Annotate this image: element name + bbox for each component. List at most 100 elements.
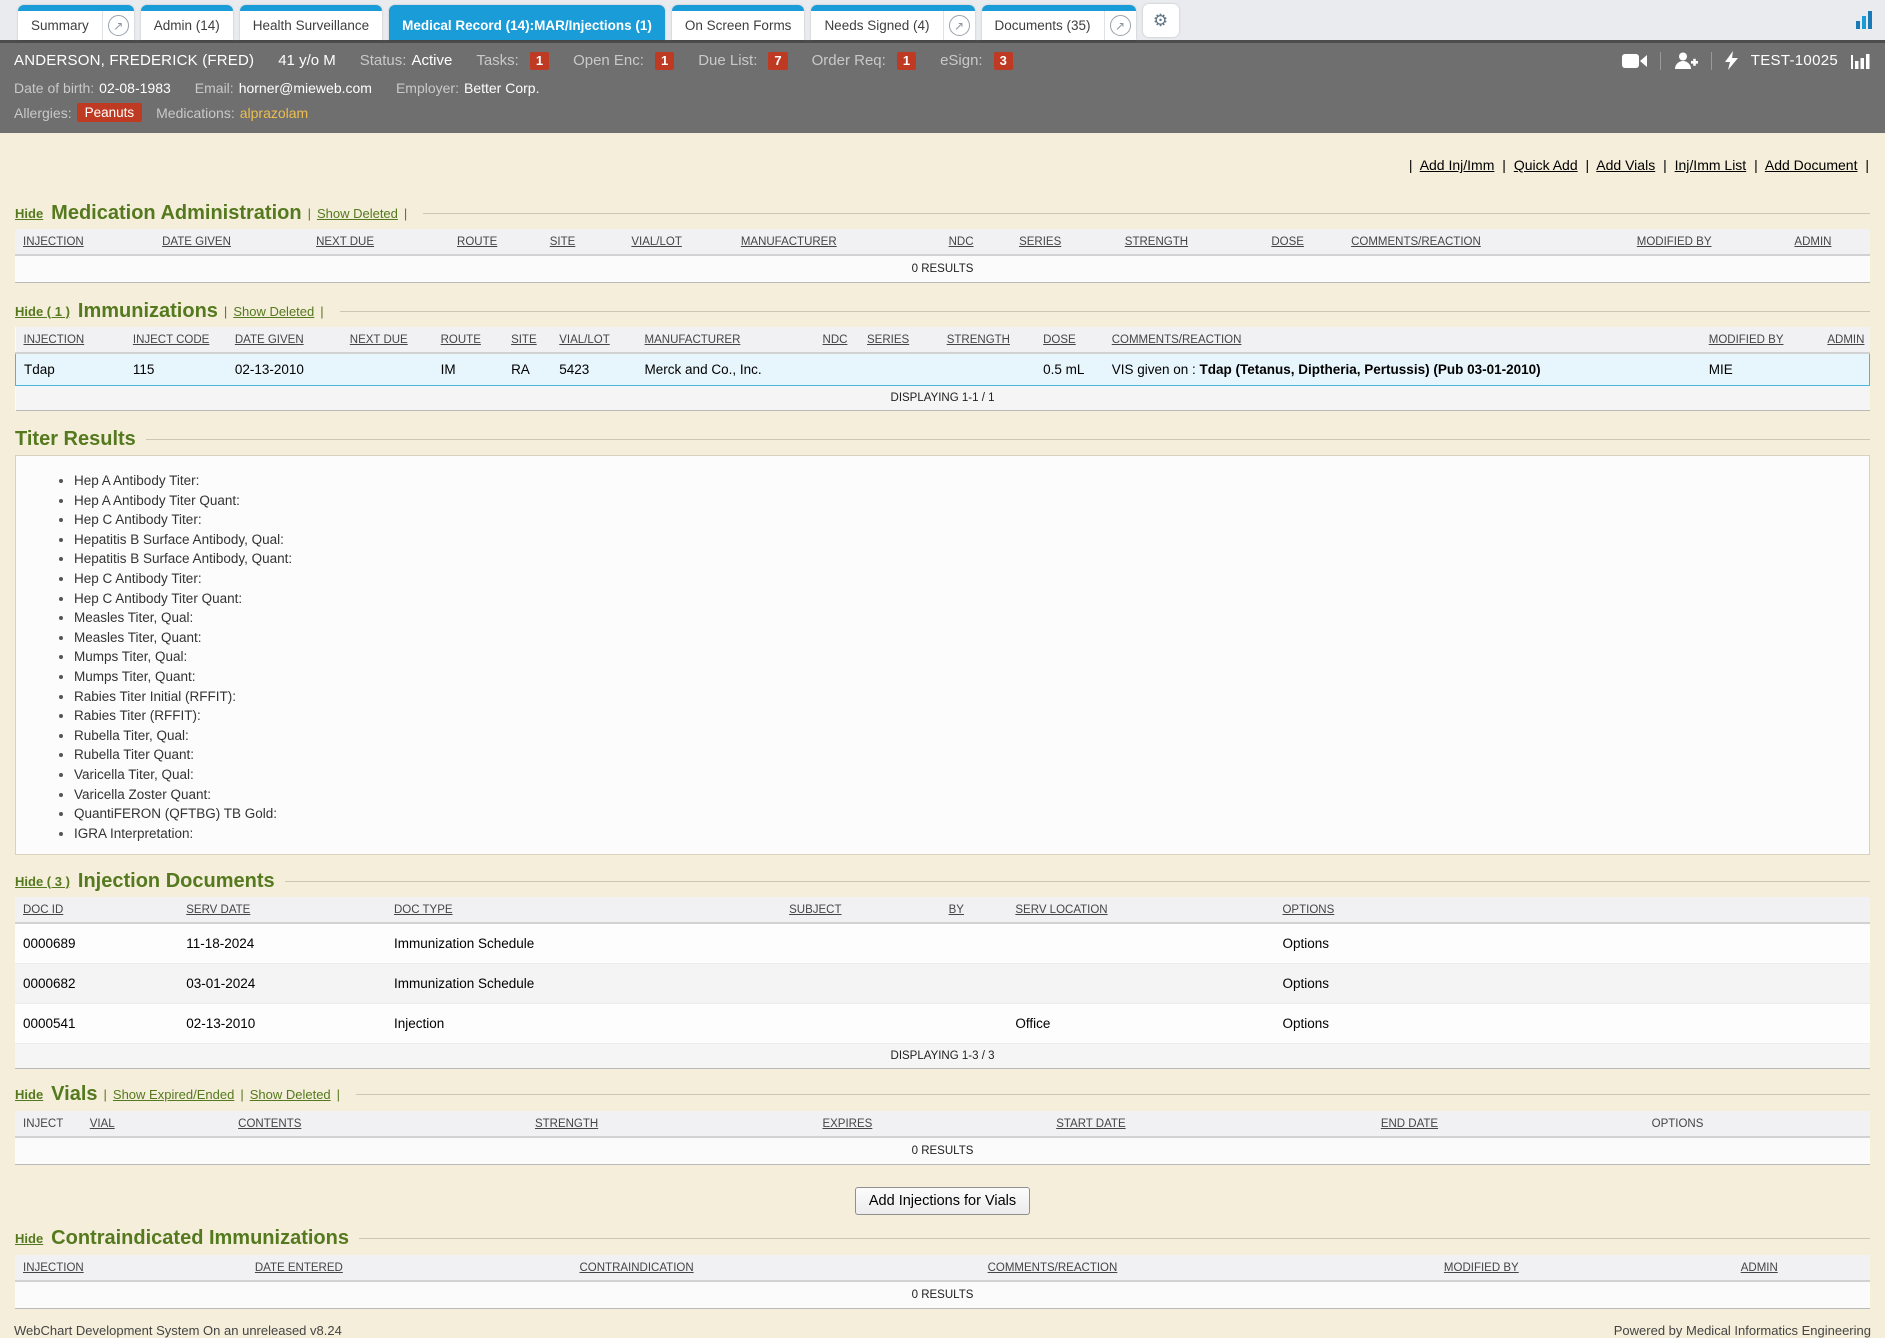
column-header[interactable]: NDC bbox=[815, 327, 859, 353]
tab-medical-record-label[interactable]: Medical Record (14):MAR/Injections (1) bbox=[389, 11, 665, 40]
medication-link[interactable]: alprazolam bbox=[240, 105, 308, 121]
column-header[interactable]: INJECTION bbox=[16, 327, 125, 353]
column-header[interactable]: SUBJECT bbox=[781, 897, 941, 923]
column-header[interactable]: DATE ENTERED bbox=[247, 1255, 572, 1281]
tab-summary-popout[interactable]: ↗ bbox=[102, 11, 134, 40]
add-document-link[interactable]: Add Document bbox=[1765, 157, 1858, 173]
contraindicated-hide-link[interactable]: Hide bbox=[15, 1231, 43, 1246]
column-header[interactable]: DOSE bbox=[1263, 229, 1343, 255]
column-header[interactable]: ROUTE bbox=[433, 327, 503, 353]
tab-admin-label[interactable]: Admin (14) bbox=[141, 11, 233, 40]
add-vials-link[interactable]: Add Vials bbox=[1596, 157, 1655, 173]
tab-needs-signed-popout[interactable]: ↗ bbox=[943, 11, 975, 40]
column-header[interactable]: START DATE bbox=[1048, 1111, 1373, 1137]
document-row[interactable]: 0000689 11-18-2024 Immunization Schedule… bbox=[15, 923, 1870, 963]
quick-add-link[interactable]: Quick Add bbox=[1514, 157, 1578, 173]
immunization-row[interactable]: Tdap 115 02-13-2010 IM RA 5423 Merck and… bbox=[16, 353, 1870, 386]
vials-show-expired-link[interactable]: Show Expired/Ended bbox=[113, 1087, 234, 1102]
injection-documents-hide-link[interactable]: Hide ( 3 ) bbox=[15, 874, 70, 889]
column-header[interactable]: MODIFIED BY bbox=[1629, 229, 1787, 255]
column-header[interactable]: INJECTION bbox=[15, 1255, 247, 1281]
column-header[interactable]: SERIES bbox=[859, 327, 939, 353]
column-header[interactable]: SITE bbox=[503, 327, 551, 353]
bar-chart-icon[interactable] bbox=[1851, 52, 1871, 69]
column-header[interactable]: BY bbox=[941, 897, 1008, 923]
tasks-badge[interactable]: 1 bbox=[530, 52, 549, 70]
tab-needs-signed[interactable]: Needs Signed (4) ↗ bbox=[811, 5, 974, 40]
options-menu[interactable]: Options bbox=[1274, 1003, 1870, 1043]
vials-show-deleted-link[interactable]: Show Deleted bbox=[250, 1087, 331, 1102]
tab-documents-popout[interactable]: ↗ bbox=[1104, 11, 1136, 40]
column-header[interactable]: MANUFACTURER bbox=[637, 327, 815, 353]
column-header[interactable]: CONTENTS bbox=[230, 1111, 527, 1137]
column-header[interactable]: MODIFIED BY bbox=[1701, 327, 1820, 353]
column-header[interactable]: STRENGTH bbox=[939, 327, 1035, 353]
column-header[interactable]: DOSE bbox=[1035, 327, 1104, 353]
column-header[interactable]: STRENGTH bbox=[1117, 229, 1264, 255]
column-header[interactable]: DATE GIVEN bbox=[227, 327, 342, 353]
add-person-icon[interactable] bbox=[1674, 52, 1698, 70]
options-menu[interactable]: Options bbox=[1274, 963, 1870, 1003]
tab-documents[interactable]: Documents (35) ↗ bbox=[982, 5, 1136, 40]
column-header[interactable]: SERIES bbox=[1011, 229, 1117, 255]
inj-imm-list-link[interactable]: Inj/Imm List bbox=[1675, 157, 1747, 173]
tab-on-screen-forms-label[interactable]: On Screen Forms bbox=[672, 11, 805, 40]
column-header[interactable]: VIAL/LOT bbox=[551, 327, 636, 353]
column-header[interactable]: NEXT DUE bbox=[308, 229, 449, 255]
add-injections-for-vials-button[interactable]: Add Injections for Vials bbox=[855, 1187, 1030, 1215]
column-header[interactable]: VIAL/LOT bbox=[623, 229, 732, 255]
column-header[interactable]: ADMIN bbox=[1733, 1255, 1870, 1281]
column-header[interactable]: ADMIN bbox=[1819, 327, 1869, 353]
column-header[interactable]: NEXT DUE bbox=[342, 327, 433, 353]
open-enc-badge[interactable]: 1 bbox=[655, 52, 674, 70]
vials-hide-link[interactable]: Hide bbox=[15, 1087, 43, 1102]
tab-admin[interactable]: Admin (14) bbox=[141, 5, 233, 40]
document-row[interactable]: 0000682 03-01-2024 Immunization Schedule… bbox=[15, 963, 1870, 1003]
esign-badge[interactable]: 3 bbox=[994, 52, 1013, 70]
tab-documents-label[interactable]: Documents (35) bbox=[982, 11, 1104, 40]
column-header[interactable]: COMMENTS/REACTION bbox=[980, 1255, 1436, 1281]
tab-on-screen-forms[interactable]: On Screen Forms bbox=[672, 5, 805, 40]
column-header[interactable]: SERV LOCATION bbox=[1007, 897, 1274, 923]
column-header[interactable]: DOC ID bbox=[15, 897, 178, 923]
tab-summary[interactable]: Summary ↗ bbox=[18, 5, 134, 40]
order-req-badge[interactable]: 1 bbox=[897, 52, 916, 70]
column-header[interactable]: EXPIRES bbox=[814, 1111, 1048, 1137]
video-camera-icon[interactable] bbox=[1622, 53, 1647, 69]
tab-health-surveillance-label[interactable]: Health Surveillance bbox=[240, 11, 382, 40]
column-header[interactable]: SERV DATE bbox=[178, 897, 386, 923]
gear-icon[interactable]: ⚙ bbox=[1143, 4, 1179, 37]
immunizations-show-deleted-link[interactable]: Show Deleted bbox=[233, 304, 314, 319]
document-row[interactable]: 0000541 02-13-2010 Injection Office Opti… bbox=[15, 1003, 1870, 1043]
tab-medical-record[interactable]: Medical Record (14):MAR/Injections (1) bbox=[389, 5, 665, 40]
allergy-badge[interactable]: Peanuts bbox=[77, 103, 143, 122]
column-header[interactable]: COMMENTS/REACTION bbox=[1343, 229, 1629, 255]
med-admin-hide-link[interactable]: Hide bbox=[15, 206, 43, 221]
med-admin-show-deleted-link[interactable]: Show Deleted bbox=[317, 206, 398, 221]
tab-summary-label[interactable]: Summary bbox=[18, 11, 102, 40]
column-header[interactable]: INJECT CODE bbox=[125, 327, 227, 353]
column-header[interactable]: SITE bbox=[542, 229, 624, 255]
column-header[interactable]: MODIFIED BY bbox=[1436, 1255, 1733, 1281]
column-header[interactable]: NDC bbox=[941, 229, 1011, 255]
add-inj-imm-link[interactable]: Add Inj/Imm bbox=[1420, 157, 1495, 173]
lightning-icon[interactable] bbox=[1725, 51, 1738, 70]
tab-needs-signed-label[interactable]: Needs Signed (4) bbox=[811, 11, 942, 40]
tab-health-surveillance[interactable]: Health Surveillance bbox=[240, 5, 382, 40]
column-header[interactable]: ROUTE bbox=[449, 229, 542, 255]
bar-chart-icon[interactable] bbox=[1854, 9, 1876, 36]
column-header[interactable]: CONTRAINDICATION bbox=[572, 1255, 980, 1281]
column-header[interactable]: COMMENTS/REACTION bbox=[1104, 327, 1701, 353]
due-list-badge[interactable]: 7 bbox=[768, 52, 787, 70]
column-header[interactable]: ADMIN bbox=[1786, 229, 1870, 255]
immunizations-hide-link[interactable]: Hide ( 1 ) bbox=[15, 304, 70, 319]
column-header[interactable]: VIAL bbox=[82, 1111, 230, 1137]
column-header[interactable]: DOC TYPE bbox=[386, 897, 781, 923]
column-header[interactable]: STRENGTH bbox=[527, 1111, 815, 1137]
column-header[interactable]: DATE GIVEN bbox=[154, 229, 308, 255]
column-header[interactable]: INJECTION bbox=[15, 229, 154, 255]
column-header[interactable]: END DATE bbox=[1373, 1111, 1644, 1137]
options-menu[interactable]: Options bbox=[1274, 923, 1870, 963]
column-header[interactable]: OPTIONS bbox=[1274, 897, 1870, 923]
column-header[interactable]: MANUFACTURER bbox=[733, 229, 941, 255]
